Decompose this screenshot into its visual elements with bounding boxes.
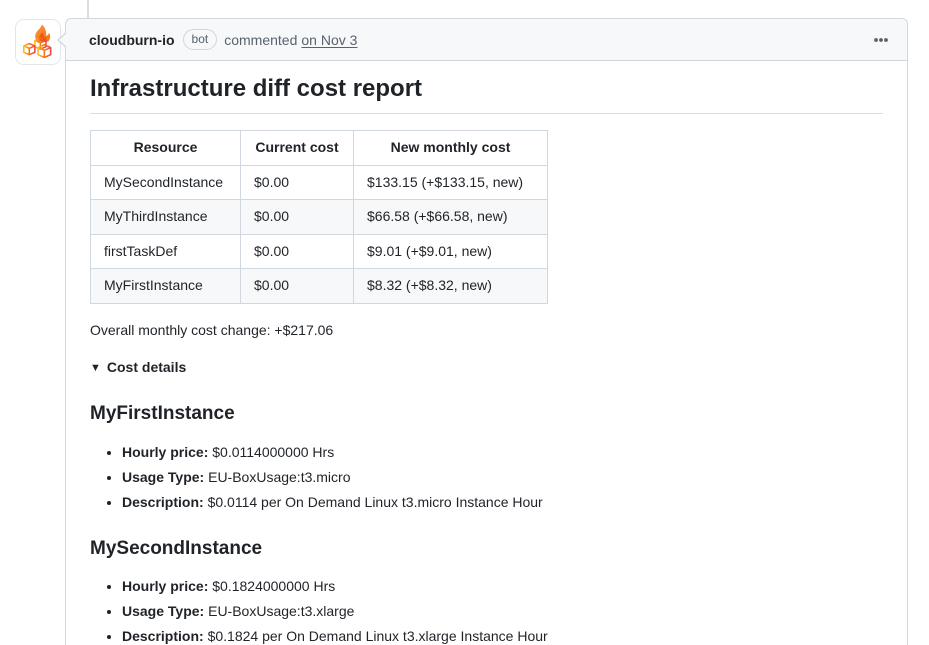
table-row: MySecondInstance $0.00 $133.15 (+$133.15… — [91, 165, 548, 200]
attr-value: $0.0114 per On Demand Linux t3.micro Ins… — [204, 494, 543, 510]
table-row: firstTaskDef $0.00 $9.01 (+$9.01, new) — [91, 234, 548, 269]
comment-options-button[interactable] — [871, 28, 891, 52]
list-item: Description: $0.1824 per On Demand Linux… — [122, 626, 883, 645]
cell-current-cost: $0.00 — [241, 234, 354, 269]
attr-label: Hourly price: — [122, 444, 208, 460]
resource-section: MySecondInstance Hourly price: $0.182400… — [90, 537, 883, 645]
cost-details-disclosure: ▼ Cost details MyFirstInstance Hourly pri… — [90, 357, 883, 645]
attr-label: Description: — [122, 494, 204, 510]
report-title: Infrastructure diff cost report — [90, 74, 883, 114]
attr-value: $0.1824 per On Demand Linux t3.xlarge In… — [204, 628, 548, 644]
cell-resource: firstTaskDef — [91, 234, 241, 269]
attr-label: Usage Type: — [122, 603, 204, 619]
comment-header: cloudburn-io bot commented on Nov 3 — [66, 19, 907, 61]
cell-resource: MyFirstInstance — [91, 269, 241, 304]
cost-details-label: Cost details — [107, 359, 186, 375]
table-row: MyThirdInstance $0.00 $66.58 (+$66.58, n… — [91, 200, 548, 235]
resource-attribute-list: Hourly price: $0.0114000000 Hrs Usage Ty… — [90, 442, 883, 513]
cell-new-monthly-cost: $8.32 (+$8.32, new) — [354, 269, 548, 304]
comment-author-avatar[interactable] — [15, 19, 61, 65]
list-item: Hourly price: $0.0114000000 Hrs — [122, 442, 883, 463]
list-item: Usage Type: EU-BoxUsage:t3.micro — [122, 467, 883, 488]
attr-value: EU-BoxUsage:t3.xlarge — [204, 603, 354, 619]
cost-details-toggle[interactable]: ▼ Cost details — [90, 357, 883, 378]
attr-value: $0.0114000000 Hrs — [208, 444, 334, 460]
table-row: MyFirstInstance $0.00 $8.32 (+$8.32, new… — [91, 269, 548, 304]
attr-label: Usage Type: — [122, 469, 204, 485]
timeline-connector-line — [87, 0, 89, 19]
github-comment-page: cloudburn-io bot commented on Nov 3 Infr… — [0, 0, 929, 645]
attr-label: Description: — [122, 628, 204, 644]
table-header-row: Resource Current cost New monthly cost — [91, 131, 548, 166]
cell-resource: MyThirdInstance — [91, 200, 241, 235]
attr-label: Hourly price: — [122, 578, 208, 594]
cell-resource: MySecondInstance — [91, 165, 241, 200]
column-header-resource: Resource — [91, 131, 241, 166]
cell-current-cost: $0.00 — [241, 165, 354, 200]
cell-new-monthly-cost: $133.15 (+$133.15, new) — [354, 165, 548, 200]
list-item: Description: $0.0114 per On Demand Linux… — [122, 492, 883, 513]
column-header-current-cost: Current cost — [241, 131, 354, 166]
list-item: Hourly price: $0.1824000000 Hrs — [122, 576, 883, 597]
overall-cost-change-text: Overall monthly cost change: +$217.06 — [90, 320, 883, 341]
disclosure-triangle-icon: ▼ — [90, 362, 101, 374]
cell-current-cost: $0.00 — [241, 200, 354, 235]
resource-heading: MyFirstInstance — [90, 402, 883, 426]
resource-attribute-list: Hourly price: $0.1824000000 Hrs Usage Ty… — [90, 576, 883, 645]
resource-heading: MySecondInstance — [90, 537, 883, 561]
cell-current-cost: $0.00 — [241, 269, 354, 304]
cell-new-monthly-cost: $9.01 (+$9.01, new) — [354, 234, 548, 269]
cell-new-monthly-cost: $66.58 (+$66.58, new) — [354, 200, 548, 235]
bot-badge: bot — [183, 29, 218, 50]
comment-action-text: commented — [224, 32, 297, 48]
comment-timestamp-link[interactable]: on Nov 3 — [301, 32, 357, 48]
cloudburn-logo-icon — [19, 23, 57, 61]
column-header-new-monthly-cost: New monthly cost — [354, 131, 548, 166]
attr-value: $0.1824000000 Hrs — [208, 578, 335, 594]
cost-summary-table: Resource Current cost New monthly cost M… — [90, 130, 548, 304]
resource-section: MyFirstInstance Hourly price: $0.0114000… — [90, 402, 883, 513]
kebab-horizontal-icon — [873, 32, 889, 48]
comment-body: Infrastructure diff cost report Resource… — [66, 61, 907, 645]
timeline-comment: cloudburn-io bot commented on Nov 3 Infr… — [65, 18, 908, 645]
comment-author-link[interactable]: cloudburn-io — [89, 32, 175, 48]
attr-value: EU-BoxUsage:t3.micro — [204, 469, 350, 485]
list-item: Usage Type: EU-BoxUsage:t3.xlarge — [122, 601, 883, 622]
